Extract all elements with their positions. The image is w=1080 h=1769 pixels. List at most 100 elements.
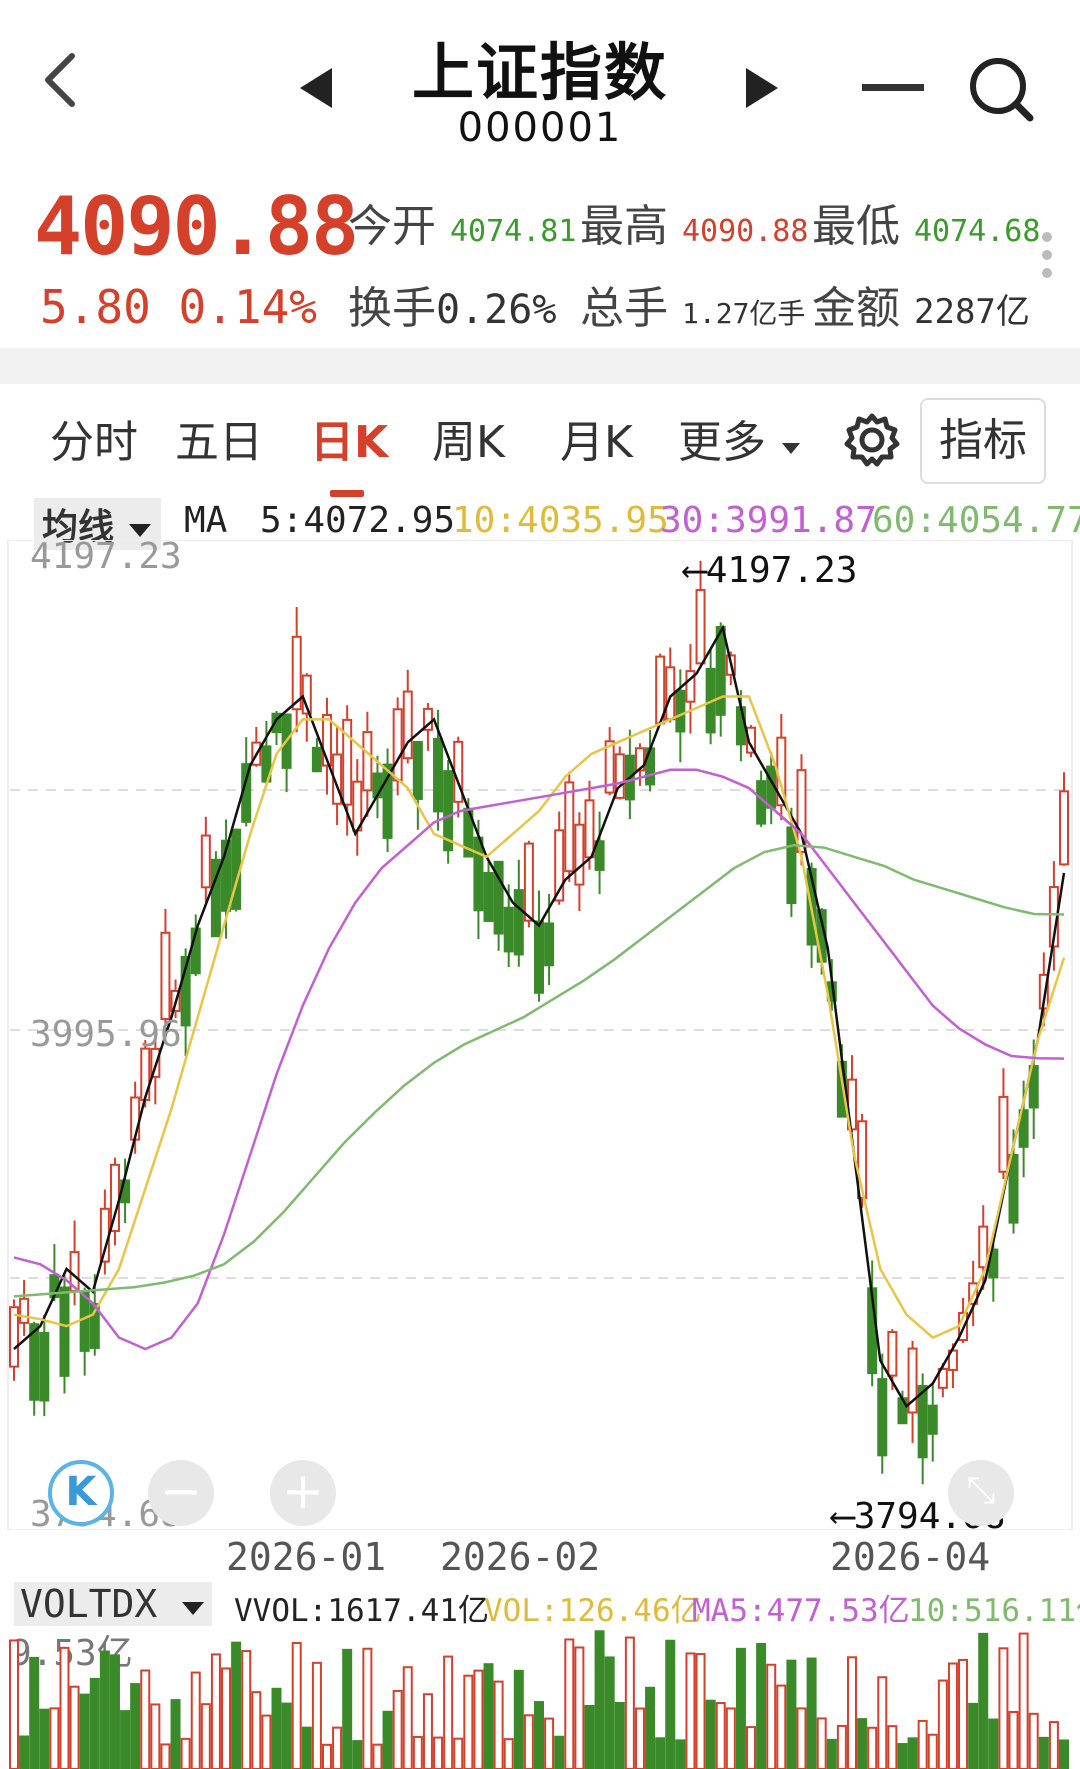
turnover-value: 0.26% [436, 287, 557, 333]
zoom-out-button[interactable]: − [148, 1460, 214, 1526]
volume-bar [735, 1647, 746, 1769]
tab-more-label: 更多 [678, 417, 766, 468]
tab-intraday[interactable]: 分时 [50, 406, 138, 470]
volume-bar [746, 1726, 757, 1769]
volume-bar [473, 1669, 484, 1769]
tab-five-day[interactable]: 五日 [175, 406, 263, 470]
left-arrow-icon: ⟵ [684, 550, 706, 591]
volume-bar [109, 1654, 120, 1769]
volume-bar [210, 1653, 221, 1769]
prev-triangle-icon[interactable] [298, 66, 334, 110]
volume-bar [301, 1726, 312, 1769]
volume-bar [140, 1669, 151, 1769]
candle [160, 931, 171, 1021]
settings-gear-icon[interactable] [842, 410, 902, 470]
volume-label: 总手 [580, 283, 668, 334]
volume-bar [69, 1685, 80, 1769]
volume-bar [554, 1735, 565, 1769]
volume-bar [483, 1663, 494, 1769]
volume-bar [79, 1693, 90, 1769]
active-tab-indicator [330, 490, 364, 497]
date-label-jan: 2026-01 [226, 1535, 387, 1579]
date-label-feb: 2026-02 [440, 1535, 601, 1579]
search-icon[interactable] [968, 56, 1034, 122]
volume-bar [453, 1737, 464, 1769]
volume-bar [523, 1714, 534, 1769]
tab-daily-k[interactable]: 日K [310, 406, 388, 470]
axis-label-mid: 3995.96 [30, 1014, 182, 1055]
volume-bar [130, 1683, 141, 1769]
tab-monthly-k[interactable]: 月K [560, 406, 633, 470]
volume-bar [271, 1687, 282, 1769]
candle [564, 781, 575, 873]
amount-label: 金额 [812, 283, 900, 334]
volume-bar [998, 1647, 1009, 1769]
volume-bar [705, 1699, 716, 1769]
volume-bar [291, 1641, 302, 1769]
open-label: 今开 [348, 201, 436, 252]
candle [544, 922, 555, 967]
volume-bar [614, 1701, 625, 1769]
candle [200, 834, 211, 889]
volume-bar [927, 1733, 938, 1769]
volume-bar [261, 1714, 272, 1769]
tab-weekly-k[interactable]: 周K [432, 406, 505, 470]
volume-bar [978, 1632, 989, 1769]
back-icon[interactable] [40, 50, 80, 110]
candle [735, 706, 746, 746]
volume-bar [937, 1679, 948, 1769]
candle [534, 920, 544, 994]
caret-down-icon [182, 1602, 205, 1615]
volume-bar [1048, 1721, 1059, 1769]
volume-bar [281, 1702, 292, 1769]
candle [1008, 1153, 1019, 1224]
change-value: 5.80 [40, 280, 151, 334]
volume-bar [836, 1724, 847, 1769]
volume-bar [715, 1702, 726, 1769]
volume-bar [352, 1740, 363, 1769]
indicator-button[interactable]: 指标 [920, 398, 1046, 484]
change-percent: 0.14% [178, 280, 317, 334]
tab-more[interactable]: 更多 [678, 406, 802, 470]
volume-bar [645, 1686, 656, 1769]
candle [584, 799, 595, 859]
k-logo-button[interactable]: K [48, 1460, 114, 1526]
candle [19, 1297, 30, 1324]
candle [877, 1378, 888, 1457]
next-triangle-icon[interactable] [744, 66, 780, 110]
volume-bar [463, 1674, 474, 1769]
candle [39, 1331, 50, 1402]
volume-bar [362, 1647, 373, 1769]
volume-bar [332, 1726, 343, 1769]
volume-bar [372, 1743, 383, 1769]
volume-bar [544, 1717, 555, 1769]
candle [998, 1095, 1009, 1173]
volume-bar [412, 1735, 423, 1769]
section-divider [0, 348, 1080, 384]
volume-bar [190, 1671, 201, 1769]
candle [887, 1331, 898, 1377]
volume-bar [857, 1718, 868, 1769]
volume-bar [392, 1689, 403, 1769]
zoom-in-button[interactable]: + [270, 1460, 336, 1526]
minus-icon[interactable] [862, 82, 924, 94]
volume-bar [877, 1676, 888, 1769]
last-price: 4090.88 [34, 180, 359, 273]
volume-bar [99, 1650, 110, 1769]
fullscreen-icon[interactable]: ⤡ [948, 1460, 1014, 1526]
candle [362, 731, 373, 792]
ma10-value: 10:4035.95 [452, 500, 669, 541]
more-dots-icon[interactable] [1040, 230, 1054, 280]
volume-bar [786, 1659, 797, 1769]
volume-bar [655, 1737, 666, 1769]
volume-bar [422, 1693, 433, 1769]
turnover-label: 换手 [348, 283, 436, 334]
volume-stat: 总手 1.27亿手 [580, 272, 805, 336]
volume-bar [1038, 1736, 1049, 1769]
volume-chart[interactable] [0, 1620, 1080, 1769]
volume-bar [89, 1677, 100, 1769]
candle [473, 836, 484, 912]
volume-bar [39, 1708, 50, 1769]
candle [29, 1323, 40, 1401]
volume-bar [493, 1680, 504, 1769]
